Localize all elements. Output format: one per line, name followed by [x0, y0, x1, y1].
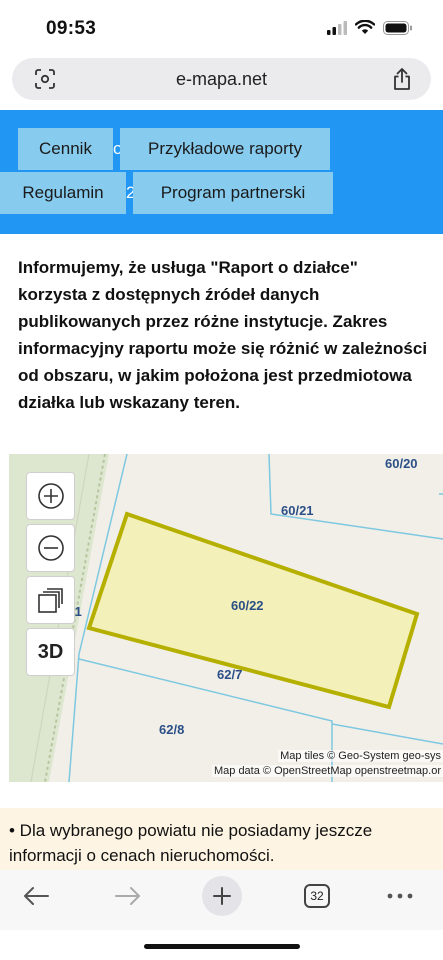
zoom-out-button[interactable] [26, 524, 75, 572]
new-tab-plus-icon [202, 876, 242, 916]
home-indicator[interactable] [144, 944, 300, 949]
status-time: 09:53 [46, 18, 97, 39]
more-button[interactable] [380, 870, 420, 922]
signal-icon [327, 20, 347, 40]
tabs-icon: 32 [304, 884, 330, 908]
nav-item-przykladowe-raporty[interactable]: Przykładowe raporty [120, 128, 330, 170]
price-notice-text: • Dla wybranego powiatu nie posiadamy je… [9, 821, 373, 865]
tabs-button[interactable]: 32 [297, 870, 337, 922]
site-navigation: Cennik o Przykładowe raporty Regulamin 2… [0, 110, 443, 234]
map-tiles-attribution[interactable]: Map tiles © Geo-System geo-sys [278, 750, 443, 762]
parcel-map[interactable]: 60/20 60/21 60/22 62/7 62/8 /1 52 3D Map… [9, 454, 443, 782]
wifi-icon [354, 19, 376, 40]
zoom-in-icon [37, 483, 64, 509]
price-notice: • Dla wybranego powiatu nie posiadamy je… [0, 808, 443, 870]
parcel-label-60-21: 60/21 [281, 503, 314, 518]
status-bar: 09:53 [0, 0, 443, 56]
parcel-boundary [331, 723, 443, 745]
zoom-in-button[interactable] [26, 472, 75, 520]
3d-view-button[interactable]: 3D [26, 628, 75, 676]
forward-arrow-icon [115, 887, 140, 905]
back-arrow-icon [24, 887, 49, 905]
status-icons [327, 19, 413, 40]
map-data-attribution[interactable]: Map data © OpenStreetMap openstreetmap.o… [211, 765, 443, 777]
parcel-label-60-22: 60/22 [231, 598, 264, 613]
share-icon[interactable] [391, 67, 413, 96]
parcel-label-62-8: 62/8 [159, 722, 185, 737]
forward-button[interactable] [108, 870, 148, 922]
nav-item-regulamin[interactable]: Regulamin [0, 172, 126, 214]
address-bar[interactable]: e-mapa.net [12, 58, 431, 100]
parcel-label-62-7: 62/7 [217, 667, 243, 682]
parcel-label-60-20: 60/20 [385, 456, 418, 471]
layers-button[interactable] [26, 576, 75, 624]
nav-item-cennik[interactable]: Cennik [18, 128, 113, 170]
url-text[interactable]: e-mapa.net [12, 69, 431, 90]
new-tab-button[interactable] [200, 870, 244, 922]
battery-icon [383, 20, 413, 40]
more-icon [387, 893, 413, 899]
back-button[interactable] [16, 870, 56, 922]
layers-icon [37, 588, 63, 613]
browser-toolbar: 32 [0, 870, 443, 930]
report-info-text: Informujemy, że usługa "Raport o działce… [18, 258, 428, 412]
nav-item-program-partnerski[interactable]: Program partnerski [133, 172, 333, 214]
zoom-out-icon [37, 535, 64, 561]
